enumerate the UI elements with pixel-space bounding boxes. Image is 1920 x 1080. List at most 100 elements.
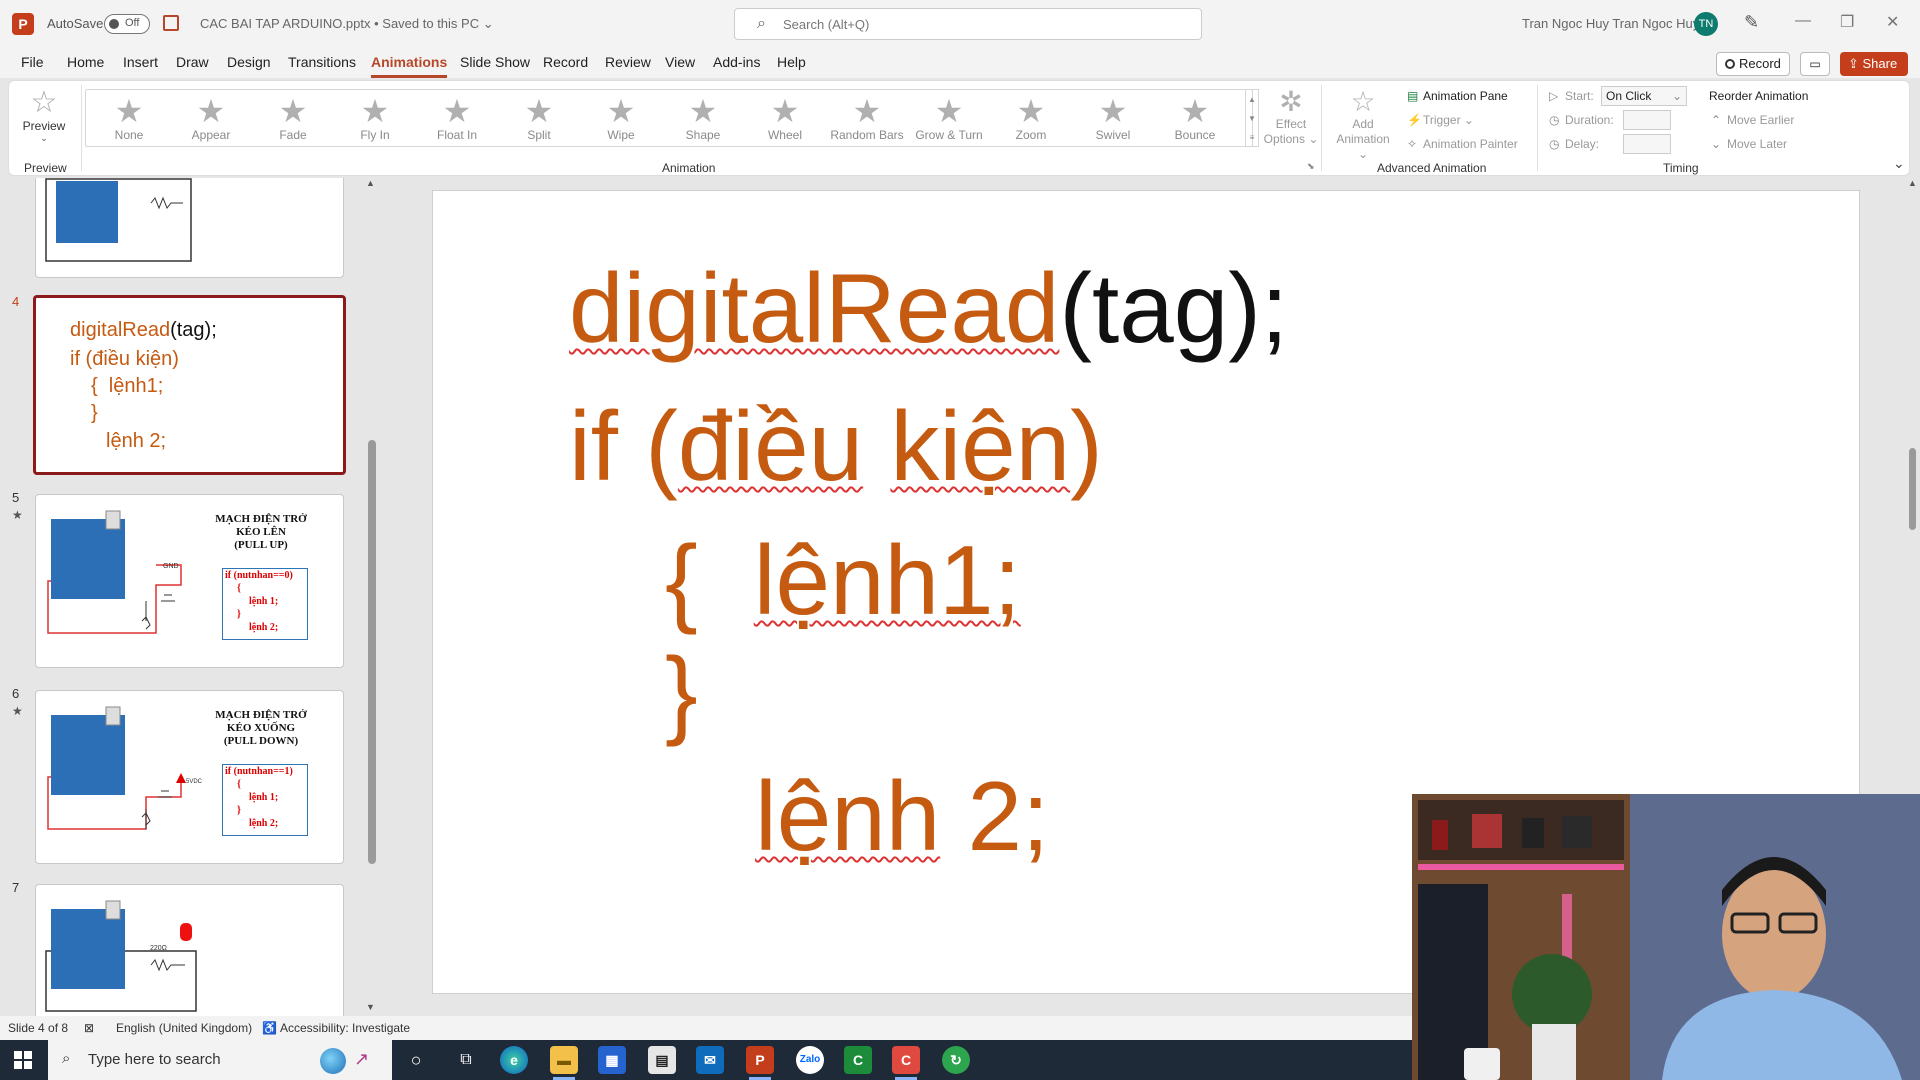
animation-shape[interactable]: ★ Shape bbox=[663, 94, 743, 142]
trigger-button[interactable]: ⚡Trigger ⌄ bbox=[1407, 113, 1474, 127]
code-line: } bbox=[237, 609, 241, 620]
avatar[interactable]: TN bbox=[1694, 12, 1718, 36]
calculator-icon[interactable]: ▤ bbox=[648, 1046, 676, 1074]
gallery-more-icon[interactable]: ≡ bbox=[1246, 128, 1258, 147]
thumbnail-scrollbar[interactable]: ▲ ▼ bbox=[364, 178, 380, 1016]
animation-label: Split bbox=[527, 128, 551, 142]
camtasia-icon[interactable]: C bbox=[844, 1046, 872, 1074]
scroll-thumb[interactable] bbox=[368, 440, 376, 864]
task-view-icon[interactable]: ⧉ bbox=[452, 1046, 480, 1074]
scroll-down-icon[interactable]: ▼ bbox=[366, 1002, 375, 1012]
cortana-icon[interactable]: ○ bbox=[402, 1046, 430, 1074]
file-explorer-icon[interactable]: ▬ bbox=[550, 1046, 578, 1074]
tab-record[interactable]: Record bbox=[543, 54, 588, 70]
pen-icon[interactable]: ✎ bbox=[1744, 12, 1759, 33]
tab-home[interactable]: Home bbox=[67, 54, 104, 70]
slide-thumbnail-7[interactable]: 220Ω bbox=[35, 884, 344, 1016]
spellcheck-icon[interactable]: ⊠ bbox=[84, 1021, 94, 1035]
move-later-button[interactable]: ⌄ Move Later bbox=[1711, 137, 1787, 151]
title-line: (PULL DOWN) bbox=[223, 735, 299, 747]
animation-grow-turn[interactable]: ★ Grow & Turn bbox=[909, 94, 989, 142]
animation-appear[interactable]: ★ Appear bbox=[171, 94, 251, 142]
animation-swivel[interactable]: ★ Swivel bbox=[1073, 94, 1153, 142]
animation-zoom[interactable]: ★ Zoom bbox=[991, 94, 1071, 142]
animation-wheel[interactable]: ★ Wheel bbox=[745, 94, 825, 142]
code-line: lệnh 2; bbox=[249, 818, 279, 829]
delay-input[interactable] bbox=[1623, 134, 1671, 154]
duration-label-row: ◷ Duration: bbox=[1549, 113, 1614, 127]
autosave-toggle[interactable]: Off bbox=[104, 14, 150, 34]
move-earlier-button[interactable]: ⌃ Move Earlier bbox=[1711, 113, 1794, 127]
code-line: lệnh 1; bbox=[249, 596, 279, 607]
tab-transitions[interactable]: Transitions bbox=[288, 54, 356, 70]
tab-slide-show[interactable]: Slide Show bbox=[460, 54, 530, 70]
comments-button[interactable]: ▭ bbox=[1800, 52, 1830, 76]
tab-file[interactable]: File bbox=[21, 54, 44, 70]
minimize-icon[interactable]: — bbox=[1795, 12, 1811, 30]
accessibility-label[interactable]: Accessibility: Investigate bbox=[280, 1021, 410, 1035]
animation-random-bars[interactable]: ★ Random Bars bbox=[827, 94, 907, 142]
taskbar-search[interactable]: ⌕ Type here to search ↗ bbox=[48, 1040, 392, 1080]
slide-thumbnail-5[interactable]: GND MẠCH ĐIỆN TRỞ KÉO LÊN (PULL UP) if (… bbox=[35, 494, 344, 668]
animation-none[interactable]: ★ None bbox=[89, 94, 169, 142]
autosave-label: AutoSave bbox=[47, 16, 104, 31]
zalo-icon[interactable]: Zalo bbox=[796, 1046, 824, 1074]
record-button[interactable]: Record bbox=[1716, 52, 1790, 76]
app-icon[interactable]: ↻ bbox=[942, 1046, 970, 1074]
tab-view[interactable]: View bbox=[665, 54, 695, 70]
tab-help[interactable]: Help bbox=[777, 54, 806, 70]
brace-open: { bbox=[665, 525, 698, 635]
scroll-up-icon[interactable]: ▲ bbox=[366, 178, 375, 188]
collapse-ribbon-icon[interactable]: ⌄ bbox=[1893, 155, 1905, 172]
language-label[interactable]: English (United Kingdom) bbox=[116, 1021, 252, 1035]
tab-review[interactable]: Review bbox=[605, 54, 651, 70]
duration-input[interactable] bbox=[1623, 110, 1671, 130]
stocks-icon[interactable]: ↗ bbox=[354, 1049, 369, 1070]
weather-icon[interactable] bbox=[320, 1048, 346, 1074]
file-name[interactable]: CAC BAI TAP ARDUINO.pptx • Saved to this… bbox=[200, 16, 494, 32]
lightning-icon: ⚡ bbox=[1407, 113, 1422, 127]
mail-icon[interactable]: ✉ bbox=[696, 1046, 724, 1074]
tab-draw[interactable]: Draw bbox=[176, 54, 209, 70]
add-animation-button[interactable]: ☆ Add Animation ⌄ bbox=[1333, 87, 1393, 162]
dialog-launcher-icon[interactable]: ⬊ bbox=[1307, 161, 1315, 172]
share-button[interactable]: ⇪ Share bbox=[1840, 52, 1908, 76]
animation-split[interactable]: ★ Split bbox=[499, 94, 579, 142]
animation-wipe[interactable]: ★ Wipe bbox=[581, 94, 661, 142]
animation-star-icon: ★ bbox=[12, 704, 23, 718]
gallery-up-icon[interactable]: ▲ bbox=[1246, 90, 1258, 109]
edge-icon[interactable]: e bbox=[500, 1046, 528, 1074]
slide-thumbnail-6[interactable]: 5VDC MẠCH ĐIỆN TRỞ KÉO XUỐNG (PULL DOWN)… bbox=[35, 690, 344, 864]
slide-thumbnail-4[interactable]: digitalRead(tag); if (điều kiện) { lệnh1… bbox=[33, 295, 346, 475]
save-icon[interactable] bbox=[163, 15, 179, 31]
gallery-down-icon[interactable]: ▼ bbox=[1246, 109, 1258, 128]
store-icon[interactable]: ▦ bbox=[598, 1046, 626, 1074]
restore-icon[interactable]: ❐ bbox=[1840, 12, 1854, 32]
animation-float-in[interactable]: ★ Float In bbox=[417, 94, 497, 142]
preview-button[interactable]: ☆ Preview ⌄ bbox=[9, 87, 79, 159]
search-box[interactable]: ⌕ Search (Alt+Q) bbox=[734, 8, 1202, 40]
scroll-thumb[interactable] bbox=[1909, 448, 1916, 530]
gallery-scroll[interactable]: ▲ ▼ ≡ bbox=[1245, 89, 1259, 147]
animation-fly-in[interactable]: ★ Fly In bbox=[335, 94, 415, 142]
animation-pane-button[interactable]: ▤ Animation Pane bbox=[1407, 89, 1508, 103]
share-icon: ⇪ bbox=[1848, 56, 1863, 71]
scroll-up-icon[interactable]: ▲ bbox=[1908, 178, 1917, 188]
windows-start-icon[interactable] bbox=[14, 1051, 32, 1069]
star-icon: ★ bbox=[1180, 93, 1210, 129]
powerpoint-taskbar-icon[interactable]: P bbox=[746, 1046, 774, 1074]
camtasia-recorder-icon[interactable]: C bbox=[892, 1046, 920, 1074]
animation-fade[interactable]: ★ Fade bbox=[253, 94, 333, 142]
slide-thumbnail-3[interactable] bbox=[35, 178, 344, 278]
animation-painter-button[interactable]: ✧ Animation Painter bbox=[1407, 137, 1518, 151]
animation-bounce[interactable]: ★ Bounce bbox=[1155, 94, 1235, 142]
arduino-board-icon bbox=[51, 909, 125, 989]
tab-insert[interactable]: Insert bbox=[123, 54, 158, 70]
tab-add-ins[interactable]: Add-ins bbox=[713, 54, 760, 70]
tab-design[interactable]: Design bbox=[227, 54, 271, 70]
effect-options-button[interactable]: ✲ Effect Options ⌄ bbox=[1261, 87, 1321, 147]
tab-animations[interactable]: Animations bbox=[371, 54, 448, 78]
user-name[interactable]: Tran Ngoc Huy Tran Ngoc Huy bbox=[1522, 16, 1699, 31]
close-icon[interactable]: ✕ bbox=[1886, 12, 1899, 32]
start-select[interactable]: On Click ⌄ bbox=[1601, 86, 1687, 106]
